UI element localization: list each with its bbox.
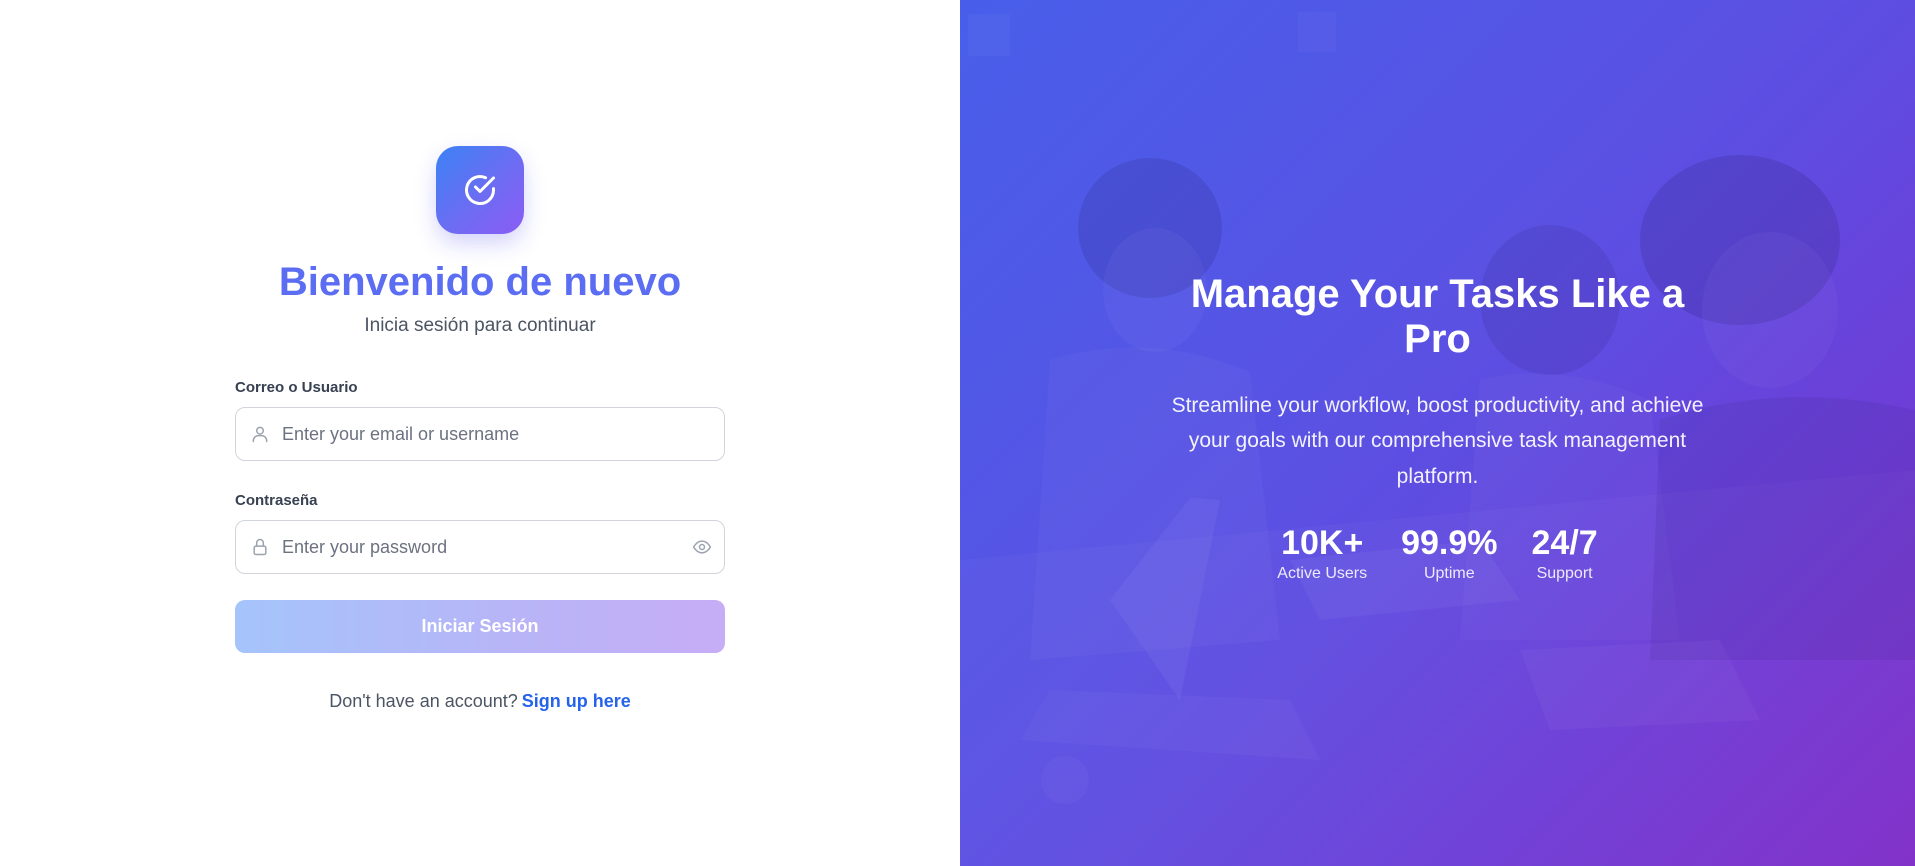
stat-uptime: 99.9% Uptime: [1401, 523, 1498, 583]
eye-icon[interactable]: [692, 537, 712, 557]
page-subtitle: Inicia sesión para continuar: [364, 315, 596, 336]
hero-title: Manage Your Tasks Like a Pro: [1190, 272, 1685, 361]
password-field[interactable]: [235, 520, 725, 574]
check-circle-icon: [462, 172, 498, 208]
signup-link[interactable]: Sign up here: [522, 691, 631, 711]
password-input[interactable]: [282, 536, 692, 558]
user-icon: [250, 424, 270, 444]
hero-description: Streamline your workflow, boost producti…: [1171, 393, 1704, 488]
stat-label: Support: [1536, 565, 1593, 583]
stat-support: 24/7 Support: [1531, 523, 1598, 583]
page-title: Bienvenido de nuevo: [278, 260, 682, 304]
lock-icon: [250, 537, 270, 557]
stats-row: 10K+ Active Users 99.9% Uptime 24/7 Supp…: [960, 523, 1915, 583]
stat-active-users: 10K+ Active Users: [1277, 523, 1368, 583]
stat-value: 99.9%: [1401, 523, 1498, 562]
signup-prompt: Don't have an account?: [329, 691, 518, 711]
signup-row: Don't have an account? Sign up here: [235, 691, 725, 712]
email-input[interactable]: [282, 423, 712, 445]
login-button[interactable]: Iniciar Sesión: [235, 600, 725, 653]
login-page: Bienvenido de nuevo Inicia sesión para c…: [0, 0, 1915, 866]
login-form: Bienvenido de nuevo Inicia sesión para c…: [235, 146, 725, 712]
password-label: Contraseña: [235, 492, 318, 509]
hero-panel: Manage Your Tasks Like a Pro Streamline …: [960, 0, 1915, 866]
login-panel: Bienvenido de nuevo Inicia sesión para c…: [0, 0, 960, 866]
app-logo: [436, 146, 524, 234]
stat-label: Active Users: [1277, 565, 1368, 583]
stat-label: Uptime: [1423, 565, 1475, 583]
email-field[interactable]: [235, 407, 725, 461]
email-label: Correo o Usuario: [235, 379, 358, 396]
stat-value: 24/7: [1531, 523, 1598, 562]
hero-content: Manage Your Tasks Like a Pro Streamline …: [960, 272, 1915, 583]
stat-value: 10K+: [1281, 523, 1364, 562]
